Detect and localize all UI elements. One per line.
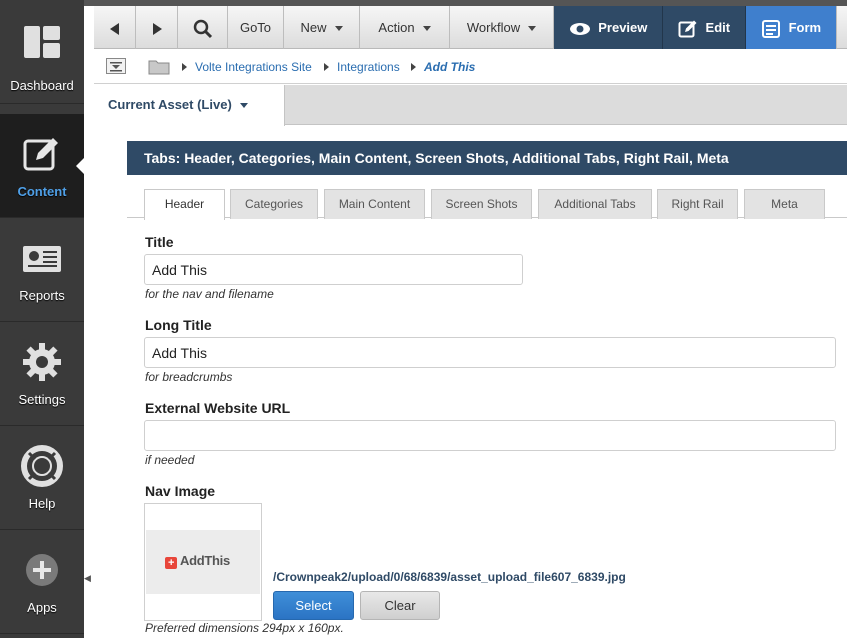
sidebar-item-label: Reports (19, 288, 65, 303)
long-title-hint: for breadcrumbs (145, 370, 233, 384)
chevron-down-icon (334, 26, 343, 32)
reports-icon (20, 236, 64, 280)
tab-additional-tabs[interactable]: Additional Tabs (538, 189, 652, 219)
folder-icon (148, 59, 170, 80)
chevron-down-icon (239, 103, 248, 109)
search-button[interactable] (178, 6, 228, 49)
action-label: Action (378, 20, 415, 35)
tab-right-rail[interactable]: Right Rail (657, 189, 738, 219)
asset-bar: Current Asset (Live) (94, 85, 847, 126)
clear-button[interactable]: Clear (360, 591, 440, 620)
nav-image-thumbnail: + AddThis (146, 530, 260, 594)
edit-label: Edit (705, 20, 731, 35)
eye-icon (569, 22, 590, 35)
form-tabs: Header Categories Main Content Screen Sh… (127, 175, 847, 220)
breadcrumb-item-site[interactable]: Volte Integrations Site (195, 60, 312, 74)
external-url-input[interactable] (144, 420, 836, 451)
forward-arrow-icon (152, 22, 162, 35)
external-url-hint: if needed (145, 453, 195, 467)
sidebar-item-apps[interactable]: Apps (0, 530, 84, 634)
form-label: Form (788, 20, 822, 35)
nav-image-preview: + AddThis (144, 503, 262, 621)
title-hint: for the nav and filename (145, 287, 274, 301)
tab-main-content[interactable]: Main Content (324, 189, 425, 219)
sidebar-item-dashboard[interactable]: Dashboard (0, 0, 84, 104)
addthis-plus-icon: + (165, 557, 177, 569)
current-asset-dropdown[interactable]: Current Asset (Live) (94, 85, 285, 126)
workflow-menu-button[interactable]: Workflow (450, 6, 554, 49)
preview-button[interactable]: Preview (554, 6, 663, 49)
sidebar-item-label: Dashboard (10, 78, 74, 93)
title-label: Title (145, 234, 174, 250)
top-toolbar: GoTo New Action Workflow Preview Edit Fo… (94, 6, 847, 49)
goto-button[interactable]: GoTo (228, 6, 284, 49)
breadcrumb-separator-icon (182, 63, 187, 71)
form-icon (761, 19, 780, 38)
nav-image-path-link[interactable]: /Crownpeak2/upload/0/68/6839/asset_uploa… (273, 570, 626, 584)
title-input[interactable] (144, 254, 523, 285)
sidebar-item-label: Content (17, 184, 67, 199)
breadcrumb-separator-icon (411, 63, 416, 71)
addthis-logo: + AddThis (165, 553, 230, 569)
external-url-label: External Website URL (145, 400, 291, 416)
plus-circle-icon (20, 548, 64, 592)
addthis-logo-text: AddThis (180, 553, 230, 568)
chevron-down-icon (422, 26, 431, 32)
breadcrumb-item-integrations[interactable]: Integrations (337, 60, 400, 74)
forward-button[interactable] (136, 6, 178, 49)
sidebar-item-label: Settings (18, 392, 66, 407)
action-menu-button[interactable]: Action (360, 6, 450, 49)
edit-icon (20, 132, 64, 176)
select-button[interactable]: Select (273, 591, 354, 620)
sidebar-item-settings[interactable]: Settings (0, 322, 84, 426)
edit-button[interactable]: Edit (663, 6, 746, 49)
workflow-label: Workflow (466, 20, 521, 35)
dashboard-icon (20, 18, 64, 62)
long-title-label: Long Title (145, 317, 212, 333)
tab-meta[interactable]: Meta (744, 189, 825, 219)
current-asset-label: Current Asset (Live) (108, 97, 232, 112)
edit-icon (678, 20, 697, 38)
panel-title: Tabs: Header, Categories, Main Content, … (127, 141, 847, 175)
search-icon (193, 19, 212, 38)
tab-header[interactable]: Header (144, 189, 225, 220)
nav-image-hint: Preferred dimensions 294px x 160px. (145, 621, 344, 635)
back-button[interactable] (94, 6, 136, 49)
lifebuoy-icon (20, 444, 64, 488)
preview-label: Preview (598, 20, 648, 35)
sidebar-item-label: Help (28, 496, 56, 511)
back-arrow-icon (109, 22, 119, 35)
long-title-input[interactable] (144, 337, 836, 368)
sidebar-item-reports[interactable]: Reports (0, 218, 84, 322)
gear-icon (20, 340, 64, 384)
goto-label: GoTo (239, 20, 272, 35)
nav-image-label: Nav Image (145, 483, 216, 499)
collapse-panel-icon[interactable] (106, 58, 126, 79)
sidebar-collapse-toggle[interactable]: ◀ (84, 568, 94, 588)
breadcrumb-separator-icon (324, 63, 329, 71)
sidebar-item-help[interactable]: Help (0, 426, 84, 530)
sidebar-item-label: Apps (27, 600, 57, 615)
sidebar-item-content[interactable]: Content (0, 114, 84, 218)
new-menu-button[interactable]: New (284, 6, 360, 49)
form-button[interactable]: Form (746, 6, 837, 49)
breadcrumb-current: Add This (424, 60, 476, 74)
breadcrumb: Volte Integrations Site Integrations Add… (94, 50, 847, 84)
new-label: New (300, 20, 327, 35)
chevron-down-icon (528, 26, 537, 32)
left-sidebar: Dashboard Content Reports Settings Help (0, 0, 84, 638)
tab-categories[interactable]: Categories (230, 189, 318, 219)
tab-screen-shots[interactable]: Screen Shots (431, 189, 532, 219)
